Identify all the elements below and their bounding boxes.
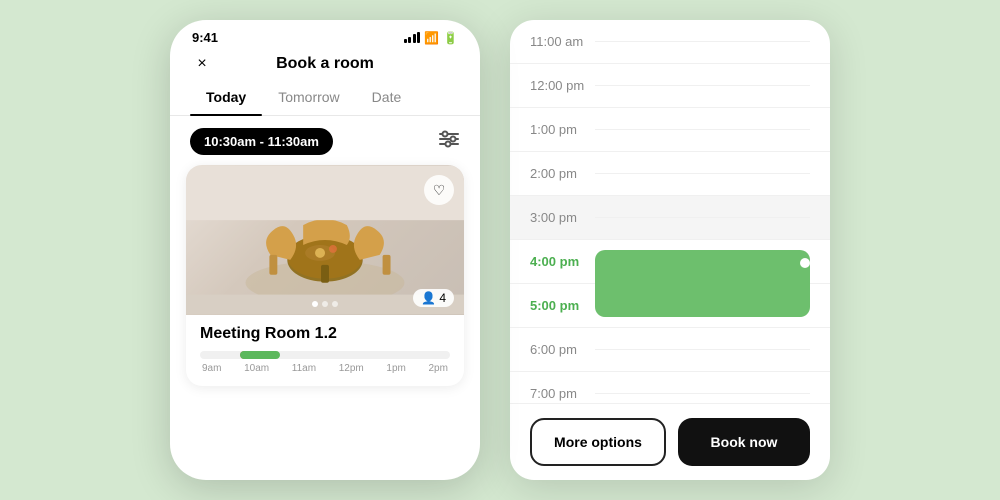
tl-label-2pm: 2pm	[429, 363, 448, 374]
time-slot-600pm: 6:00 pm	[510, 328, 830, 372]
time-slot-400pm[interactable]: 4:00 pm	[510, 240, 830, 284]
close-button[interactable]: ×	[190, 52, 214, 76]
slot-line	[595, 217, 810, 218]
room-image: ♡ 👤 4	[186, 165, 464, 315]
time-filter-row: 10:30am - 11:30am	[170, 116, 480, 165]
room-info: Meeting Room 1.2 9am 10am 11am 12pm 1pm …	[186, 315, 464, 386]
dot-1	[312, 301, 318, 307]
wifi-icon: 📶	[424, 31, 439, 45]
tl-label-11am: 11am	[292, 363, 316, 374]
bottom-actions: More options Book now	[510, 403, 830, 480]
tl-label-12pm: 12pm	[339, 363, 364, 374]
phone-header: × Book a room	[170, 49, 480, 81]
timeline-available	[240, 351, 280, 359]
app-container: 9:41 📶 🔋 × Book a room Today Tomorrow Da…	[170, 20, 830, 480]
page-title: Book a room	[276, 55, 374, 73]
favorite-button[interactable]: ♡	[424, 175, 454, 205]
time-label-300pm: 3:00 pm	[530, 210, 595, 225]
tl-label-10am: 10am	[244, 363, 269, 374]
time-label-200pm: 2:00 pm	[530, 166, 595, 181]
filter-icon[interactable]	[438, 130, 460, 153]
more-options-button[interactable]: More options	[530, 418, 666, 466]
status-bar: 9:41 📶 🔋	[170, 20, 480, 49]
room-name: Meeting Room 1.2	[200, 325, 450, 343]
slot-line	[595, 393, 810, 394]
tab-tomorrow[interactable]: Tomorrow	[262, 81, 355, 115]
time-slot-300pm: 3:00 pm	[510, 196, 830, 240]
time-slot-1100am: 11:00 am	[510, 20, 830, 64]
tl-label-9am: 9am	[202, 363, 221, 374]
time-slot-700pm: 7:00 pm	[510, 372, 830, 403]
time-slots-list: 11:00 am 12:00 pm 1:00 pm 2:00 pm 3:00 p…	[510, 20, 830, 403]
time-slot-100pm: 1:00 pm	[510, 108, 830, 152]
tab-today[interactable]: Today	[190, 81, 262, 115]
person-icon: 👤	[421, 291, 436, 305]
time-slot-200pm: 2:00 pm	[510, 152, 830, 196]
slot-line	[595, 173, 810, 174]
slot-line	[595, 85, 810, 86]
right-panel: 11:00 am 12:00 pm 1:00 pm 2:00 pm 3:00 p…	[510, 20, 830, 480]
tab-date[interactable]: Date	[356, 81, 418, 115]
time-label-600pm: 6:00 pm	[530, 342, 595, 357]
time-label-1100am: 11:00 am	[530, 34, 595, 49]
tabs-bar: Today Tomorrow Date	[170, 81, 480, 116]
time-label-500pm: 5:00 pm	[530, 298, 595, 313]
booking-block[interactable]	[595, 250, 810, 317]
time-range-badge[interactable]: 10:30am - 11:30am	[190, 128, 333, 155]
time-label-700pm: 7:00 pm	[530, 386, 595, 401]
time-slot-1200pm: 12:00 pm	[510, 64, 830, 108]
capacity-badge: 👤 4	[413, 289, 454, 307]
capacity-count: 4	[439, 291, 446, 305]
book-now-button[interactable]: Book now	[678, 418, 810, 466]
timeline-labels: 9am 10am 11am 12pm 1pm 2pm	[200, 363, 450, 374]
phone-mockup: 9:41 📶 🔋 × Book a room Today Tomorrow Da…	[170, 20, 480, 480]
image-dots	[312, 301, 338, 307]
tl-label-1pm: 1pm	[386, 363, 405, 374]
room-timeline	[200, 351, 450, 359]
slot-line	[595, 129, 810, 130]
status-time: 9:41	[192, 30, 218, 45]
signal-icon	[404, 32, 421, 43]
dot-2	[322, 301, 328, 307]
dot-3	[332, 301, 338, 307]
room-card: ♡ 👤 4 Meeting Room 1.2	[186, 165, 464, 386]
time-label-100pm: 1:00 pm	[530, 122, 595, 137]
time-label-1200pm: 12:00 pm	[530, 78, 595, 93]
status-icons: 📶 🔋	[404, 31, 458, 45]
slot-line	[595, 349, 810, 350]
slot-line	[595, 41, 810, 42]
time-label-400pm: 4:00 pm	[530, 254, 595, 269]
battery-icon: 🔋	[443, 31, 458, 45]
block-handle-top[interactable]	[800, 258, 810, 268]
